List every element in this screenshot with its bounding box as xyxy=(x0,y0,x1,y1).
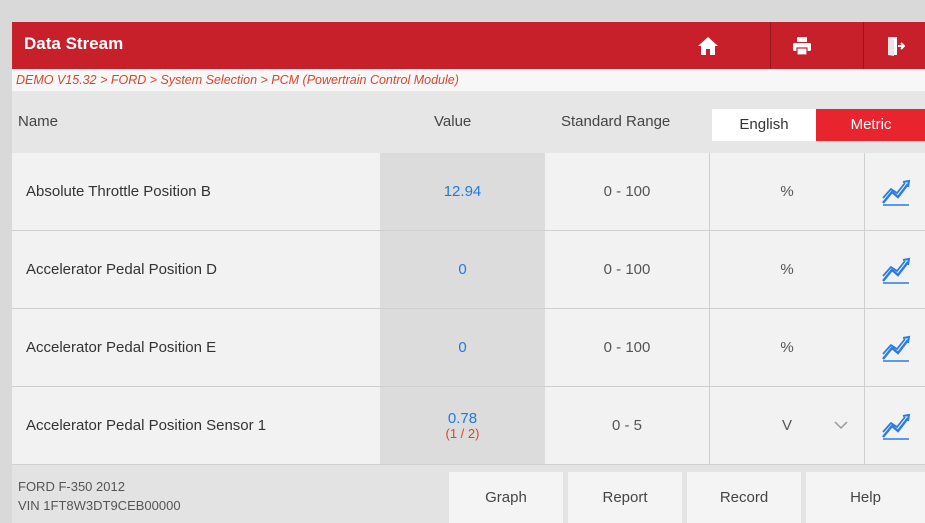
footer-bar: FORD F-350 2012 VIN 1FT8W3DT9CEB00000 Gr… xyxy=(12,465,925,523)
row-unit: % xyxy=(780,183,794,200)
print-button[interactable] xyxy=(770,22,833,69)
vehicle-info: FORD F-350 2012 VIN 1FT8W3DT9CEB00000 xyxy=(18,477,181,515)
vehicle-model: FORD F-350 2012 xyxy=(18,479,125,494)
help-button[interactable]: Help xyxy=(806,472,925,523)
row-name: Accelerator Pedal Position Sensor 1 xyxy=(26,417,267,434)
exit-button[interactable] xyxy=(863,22,925,69)
row-range: 0 - 100 xyxy=(545,231,710,308)
table-row[interactable]: Absolute Throttle Position B 12.94 0 - 1… xyxy=(12,153,925,231)
title-bar: Data Stream xyxy=(12,22,925,69)
graph-button[interactable] xyxy=(864,387,925,464)
table-row[interactable]: Accelerator Pedal Position Sensor 1 0.78… xyxy=(12,387,925,465)
row-value: 0 xyxy=(458,260,467,278)
report-button[interactable]: Report xyxy=(568,472,682,523)
trend-chart-icon xyxy=(881,335,910,362)
graph-button[interactable] xyxy=(864,153,925,230)
trend-chart-icon xyxy=(881,413,910,440)
graph-footer-button[interactable]: Graph xyxy=(449,472,563,523)
graph-button[interactable] xyxy=(864,231,925,308)
exit-icon xyxy=(888,36,905,56)
table-row[interactable]: Accelerator Pedal Position E 0 0 - 100 % xyxy=(12,309,925,387)
row-value: 0 xyxy=(458,338,467,356)
trend-chart-icon xyxy=(881,179,910,206)
column-name-header: Name xyxy=(18,113,59,130)
row-value-cell: 12.94 xyxy=(380,153,545,230)
table-row[interactable]: Accelerator Pedal Position D 0 0 - 100 % xyxy=(12,231,925,309)
row-value-cell: 0.78 (1 / 2) xyxy=(380,387,545,464)
value-page-indicator: (1 / 2) xyxy=(445,425,480,441)
row-name: Accelerator Pedal Position E xyxy=(26,339,217,356)
row-value: 0.78 xyxy=(447,409,478,427)
home-button[interactable] xyxy=(677,22,739,69)
column-range-header: Standard Range xyxy=(561,113,671,130)
row-name: Absolute Throttle Position B xyxy=(26,183,211,200)
print-icon xyxy=(793,36,811,56)
row-unit: % xyxy=(780,339,794,356)
home-icon xyxy=(698,36,718,55)
row-range: 0 - 100 xyxy=(545,153,710,230)
app-window: Data Stream DEMO V15.32 > FORD > System … xyxy=(0,0,925,523)
row-value: 12.94 xyxy=(443,182,482,200)
chevron-down-icon[interactable] xyxy=(834,387,848,464)
row-value-cell: 0 xyxy=(380,309,545,386)
column-header: Name Value Standard Range English Metric xyxy=(12,91,925,153)
vehicle-vin: VIN 1FT8W3DT9CEB00000 xyxy=(18,498,181,513)
row-value-cell: 0 xyxy=(380,231,545,308)
row-unit: % xyxy=(780,261,794,278)
row-range: 0 - 100 xyxy=(545,309,710,386)
trend-chart-icon xyxy=(881,257,910,284)
row-name: Accelerator Pedal Position D xyxy=(26,261,217,278)
column-value-header: Value xyxy=(434,113,472,130)
row-range: 0 - 5 xyxy=(545,387,710,464)
metric-unit-toggle[interactable]: Metric xyxy=(816,109,925,141)
breadcrumb: DEMO V15.32 > FORD > System Selection > … xyxy=(12,69,925,91)
record-button[interactable]: Record xyxy=(687,472,801,523)
page-title: Data Stream xyxy=(24,34,124,53)
english-unit-toggle[interactable]: English xyxy=(712,109,816,141)
graph-button[interactable] xyxy=(864,309,925,386)
